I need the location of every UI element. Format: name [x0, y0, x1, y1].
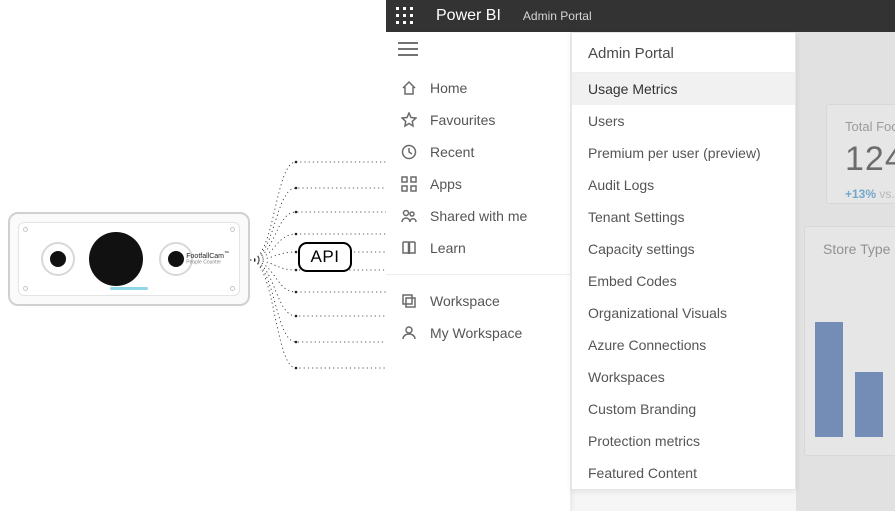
kpi-card-total-footfall: Total Footfall 1243 +13% vs. — [826, 104, 895, 204]
api-label-text: API — [311, 247, 340, 267]
chart-bars — [815, 307, 895, 437]
sidebar-item-learn[interactable]: Learn — [386, 232, 570, 264]
star-icon — [400, 111, 418, 129]
powerbi-app: Total Footfall 1243 +13% vs. Store Type … — [386, 0, 895, 511]
app-brand: Power BI — [436, 7, 501, 25]
sidebar-item-label: Recent — [430, 144, 474, 160]
sidebar-item-shared[interactable]: Shared with me — [386, 200, 570, 232]
sidebar-item-label: Favourites — [430, 112, 495, 128]
submenu-item-label: Protection metrics — [588, 433, 700, 449]
camera-lens-icon — [41, 242, 75, 276]
sidebar-item-label: Learn — [430, 240, 466, 256]
submenu-item-audit-logs[interactable]: Audit Logs — [572, 169, 795, 201]
submenu-item-workspaces[interactable]: Workspaces — [572, 361, 795, 393]
sidebar-item-my-workspace[interactable]: My Workspace — [386, 317, 570, 349]
my-workspace-icon — [400, 324, 418, 342]
left-sidebar: Home Favourites Recent Apps Shared with … — [386, 32, 571, 511]
submenu-item-capacity-settings[interactable]: Capacity settings — [572, 233, 795, 265]
kpi-card-title: Total Footfall — [845, 119, 895, 134]
submenu-item-label: Workspaces — [588, 369, 665, 385]
sidebar-item-workspace[interactable]: Workspace — [386, 285, 570, 317]
people-icon — [400, 207, 418, 225]
kpi-card-value: 1243 — [845, 140, 895, 179]
sidebar-toggle-button[interactable] — [386, 32, 570, 66]
submenu-item-label: Azure Connections — [588, 337, 706, 353]
workspace-stack-icon — [400, 292, 418, 310]
sidebar-separator — [386, 274, 570, 275]
submenu-item-label: Organizational Visuals — [588, 305, 727, 321]
admin-portal-submenu: Admin Portal Usage Metrics Users Premium… — [571, 32, 796, 490]
submenu-item-label: Capacity settings — [588, 241, 695, 257]
home-icon — [400, 79, 418, 97]
submenu-item-embed-codes[interactable]: Embed Codes — [572, 265, 795, 297]
kpi-card-delta: +13% vs. — [845, 187, 895, 201]
submenu-item-label: Premium per user (preview) — [588, 145, 761, 161]
titlebar-breadcrumb: Admin Portal — [523, 9, 592, 23]
sidebar-item-label: My Workspace — [430, 325, 522, 341]
submenu-item-premium-per-user[interactable]: Premium per user (preview) — [572, 137, 795, 169]
sidebar-item-apps[interactable]: Apps — [386, 168, 570, 200]
submenu-item-usage-metrics[interactable]: Usage Metrics — [572, 73, 795, 105]
apps-grid-icon — [400, 175, 418, 193]
submenu-item-azure-connections[interactable]: Azure Connections — [572, 329, 795, 361]
footfallcam-device: FootfallCam™ People Counter — [8, 212, 250, 306]
submenu-item-custom-branding[interactable]: Custom Branding — [572, 393, 795, 425]
sidebar-item-recent[interactable]: Recent — [386, 136, 570, 168]
submenu-item-label: Embed Codes — [588, 273, 677, 289]
screw-icon — [230, 286, 235, 291]
screw-icon — [230, 227, 235, 232]
submenu-item-featured-content[interactable]: Featured Content — [572, 457, 795, 489]
hamburger-icon — [398, 42, 418, 56]
titlebar: Power BI Admin Portal — [386, 0, 895, 32]
sidebar-item-label: Shared with me — [430, 208, 527, 224]
device-face: FootfallCam™ People Counter — [18, 222, 240, 296]
submenu-item-label: Users — [588, 113, 625, 129]
kpi-delta-pct: +13% — [845, 187, 876, 201]
submenu-heading: Admin Portal — [572, 33, 795, 73]
sidebar-item-label: Home — [430, 80, 467, 96]
submenu-item-org-visuals[interactable]: Organizational Visuals — [572, 297, 795, 329]
chart-title: Store Type — [823, 241, 895, 257]
bar — [815, 322, 843, 437]
device-brand-subtitle: People Counter — [186, 261, 229, 267]
sidebar-item-home[interactable]: Home — [386, 72, 570, 104]
submenu-item-label: Custom Branding — [588, 401, 696, 417]
book-icon — [400, 239, 418, 257]
submenu-item-label: Featured Content — [588, 465, 697, 481]
screw-icon — [23, 286, 28, 291]
clock-icon — [400, 143, 418, 161]
app-launcher-button[interactable] — [396, 7, 414, 25]
submenu-item-users[interactable]: Users — [572, 105, 795, 137]
bar-chart-store-type: Store Type — [804, 226, 895, 456]
submenu-item-label: Usage Metrics — [588, 81, 677, 97]
sidebar-workspace-group: Workspace My Workspace — [386, 279, 570, 355]
sidebar-item-favourites[interactable]: Favourites — [386, 104, 570, 136]
submenu-item-label: Audit Logs — [588, 177, 654, 193]
device-brand-label: FootfallCam™ People Counter — [186, 252, 229, 267]
status-led-icon — [110, 287, 148, 290]
api-label-pill: API — [298, 242, 352, 272]
sidebar-item-label: Workspace — [430, 293, 500, 309]
screw-icon — [23, 227, 28, 232]
kpi-delta-suffix: vs. — [879, 187, 894, 201]
sidebar-nav-group: Home Favourites Recent Apps Shared with … — [386, 66, 570, 270]
bar — [855, 372, 883, 437]
submenu-item-label: Tenant Settings — [588, 209, 685, 225]
submenu-item-tenant-settings[interactable]: Tenant Settings — [572, 201, 795, 233]
ir-lens-icon — [89, 232, 143, 286]
sidebar-item-label: Apps — [430, 176, 462, 192]
submenu-item-protection-metrics[interactable]: Protection metrics — [572, 425, 795, 457]
